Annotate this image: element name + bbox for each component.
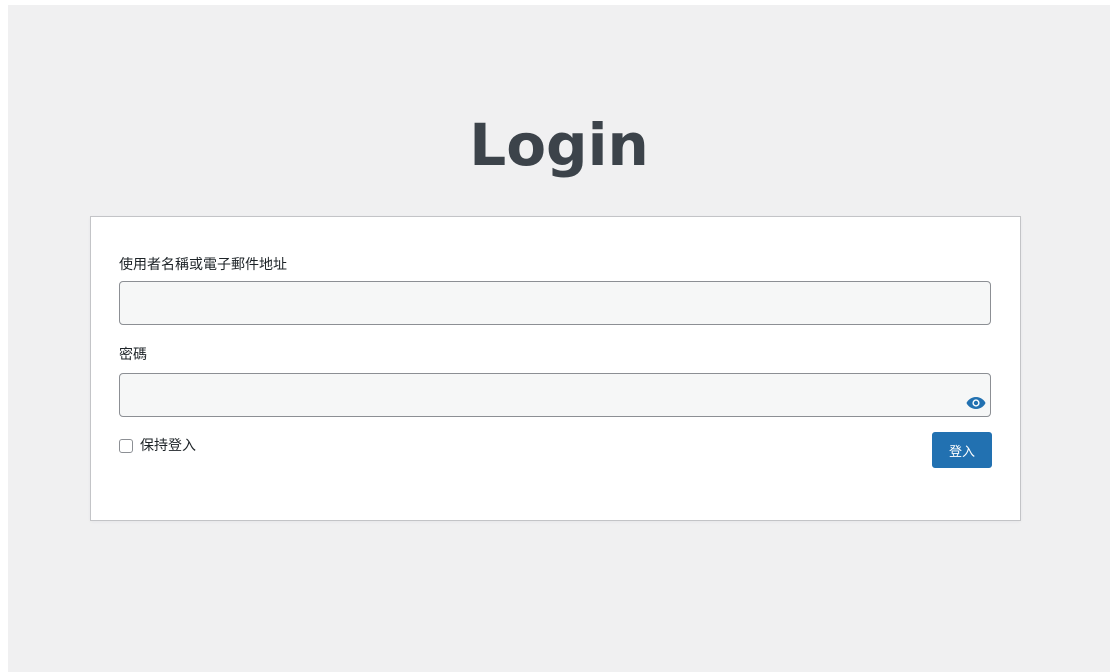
remember-me[interactable]: 保持登入	[119, 436, 196, 456]
show-password-button[interactable]	[962, 389, 990, 417]
remember-me-label: 保持登入	[140, 438, 196, 454]
password-label: 密碼	[119, 347, 147, 363]
login-page: Login 使用者名稱或電子郵件地址 密碼 保持登入 登入	[8, 5, 1110, 672]
login-button[interactable]: 登入	[932, 432, 992, 468]
login-form: 使用者名稱或電子郵件地址 密碼 保持登入 登入	[90, 216, 1021, 521]
eye-icon	[966, 397, 986, 409]
password-input[interactable]	[119, 373, 991, 417]
username-label: 使用者名稱或電子郵件地址	[119, 257, 287, 273]
username-input[interactable]	[119, 281, 991, 325]
remember-me-checkbox[interactable]	[119, 439, 133, 453]
page-title: Login	[469, 111, 649, 179]
